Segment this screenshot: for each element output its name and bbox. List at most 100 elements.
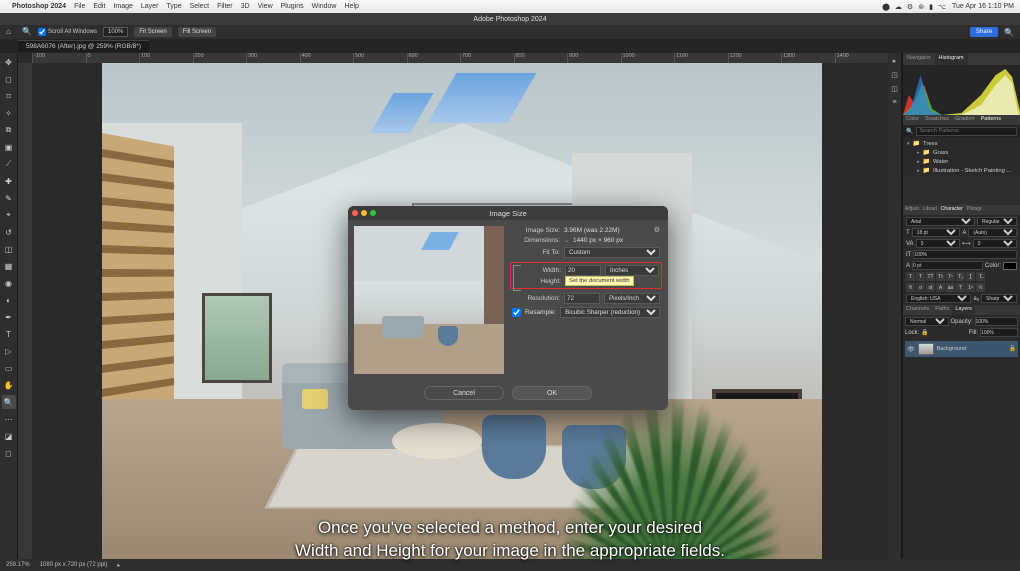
menu-layer[interactable]: Layer [141,3,159,10]
app-name[interactable]: Photoshop 2024 [12,3,66,10]
smallcaps-button[interactable]: Tᴛ [936,272,945,281]
tree-item[interactable]: ▸📁Water [903,157,1020,166]
status-icon[interactable]: ⬤ [882,3,890,11]
fit-screen-button[interactable]: Fit Screen [134,27,171,37]
menu-3d[interactable]: 3D [241,3,250,10]
vscale-input[interactable] [913,250,1017,259]
layer-thumbnail[interactable] [918,343,934,355]
patterns-search-input[interactable] [916,127,1017,136]
search-icon[interactable]: 🔍 [1004,28,1014,37]
crop-tool-icon[interactable]: ⧉ [2,123,16,137]
blend-mode-select[interactable]: Normal [905,317,949,326]
tab-paragraph[interactable]: Paragr [965,205,984,215]
status-icon[interactable]: ⚙ [907,3,913,11]
dodge-tool-icon[interactable]: ◐ [2,293,16,307]
control-center-icon[interactable]: ⌥ [938,3,946,11]
ok-button[interactable]: OK [512,386,592,400]
opacity-input[interactable] [975,317,1019,326]
panel-icon[interactable]: ◳ [891,71,898,79]
menu-filter[interactable]: Filter [217,3,233,10]
gradient-tool-icon[interactable]: ▦ [2,259,16,273]
lock-icon[interactable]: 🔒 [921,329,928,336]
width-unit-select[interactable]: Inches [605,265,659,276]
zoom-level-field[interactable]: 100% [103,27,128,37]
share-button[interactable]: Share [970,27,998,37]
tree-item[interactable]: ▾📁Trees [903,139,1020,148]
fit-to-select[interactable]: Custom [564,247,660,258]
tab-gradients[interactable]: Gradien [952,115,978,125]
tree-item[interactable]: ▸📁Grass [903,148,1020,157]
resolution-input[interactable] [564,293,600,304]
blur-tool-icon[interactable]: ◉ [2,276,16,290]
menu-image[interactable]: Image [113,3,132,10]
menu-view[interactable]: View [258,3,273,10]
text-color-swatch[interactable] [1003,262,1017,270]
home-icon[interactable]: ⌂ [6,27,16,37]
tab-navigator[interactable]: Navigator [903,53,935,65]
heal-tool-icon[interactable]: ✚ [2,174,16,188]
menu-edit[interactable]: Edit [93,3,105,10]
chevron-down-icon[interactable]: ⌄ [564,237,569,244]
move-tool-icon[interactable]: ✥ [2,55,16,69]
tab-character[interactable]: Character [939,205,965,215]
status-zoom[interactable]: 259.17% [6,562,30,568]
tab-channels[interactable]: Channels [903,305,932,315]
close-icon[interactable] [352,210,358,216]
quickmask-icon[interactable]: ◻ [2,446,16,460]
gear-icon[interactable]: ⚙ [654,226,660,234]
stamp-tool-icon[interactable]: ⌖ [2,208,16,222]
menu-type[interactable]: Type [166,3,181,10]
font-size-select[interactable]: 18 pt [912,228,961,237]
shape-tool-icon[interactable]: ▭ [2,361,16,375]
layer-row[interactable]: 👁 Background 🔒 [905,341,1018,357]
font-family-select[interactable]: Arial [906,217,975,226]
zoom-tool-icon[interactable]: 🔍 [22,27,32,37]
language-select[interactable]: English: USA [906,294,971,303]
eraser-tool-icon[interactable]: ◫ [2,242,16,256]
status-doc-info[interactable]: 1080 px x 720 px (72 ppi) [40,562,108,568]
baseline-input[interactable] [912,261,983,270]
document-tab[interactable]: 598A6076 (After).jpg @ 259% (RGB/8*) [18,40,149,52]
brush-tool-icon[interactable]: ✎ [2,191,16,205]
subscript-button[interactable]: T₁ [956,272,965,281]
leading-select[interactable]: (Auto) [968,228,1017,237]
dialog-titlebar[interactable]: Image Size [348,206,668,220]
zoom-tool-icon[interactable]: 🔍 [2,395,16,409]
menu-plugins[interactable]: Plugins [281,3,304,10]
menu-help[interactable]: Help [345,3,359,10]
tab-adjustments[interactable]: Adjust [903,205,921,215]
strike-button[interactable]: T̶ [976,272,985,281]
eyedropper-tool-icon[interactable]: ⟋ [2,157,16,171]
resample-checkbox[interactable] [512,308,521,317]
marquee-tool-icon[interactable]: ◻ [2,72,16,86]
cancel-button[interactable]: Cancel [424,386,504,400]
resample-select[interactable]: Bicubic Sharper (reduction) [560,307,660,318]
tab-histogram[interactable]: Histogram [935,53,968,65]
tab-libraries[interactable]: Librari [921,205,939,215]
type-tool-icon[interactable]: T [2,327,16,341]
scroll-all-checkbox[interactable]: Scroll All Windows [38,28,97,36]
fill-screen-button[interactable]: Fill Screen [178,27,216,37]
tab-layers[interactable]: Layers [952,305,975,315]
path-tool-icon[interactable]: ▷ [2,344,16,358]
underline-button[interactable]: T̲ [966,272,975,281]
antialias-select[interactable]: Sharp [981,294,1017,303]
pen-tool-icon[interactable]: ✒ [2,310,16,324]
lasso-tool-icon[interactable]: ⌑ [2,89,16,103]
canvas-area[interactable]: -100010020030040050060070080090010001100… [18,53,888,559]
italic-button[interactable]: T [916,272,925,281]
fill-input[interactable] [980,328,1018,337]
link-icon[interactable] [513,265,521,291]
maximize-icon[interactable] [370,210,376,216]
width-input[interactable] [565,265,601,276]
minimize-icon[interactable] [361,210,367,216]
tree-item[interactable]: ▸📁Illustration - Sketch Painting ... [903,166,1020,175]
visibility-icon[interactable]: 👁 [907,346,915,353]
menu-window[interactable]: Window [312,3,337,10]
wifi-icon[interactable]: ⊚ [918,3,924,11]
menu-file[interactable]: File [74,3,85,10]
status-icon[interactable]: ☁ [895,3,902,11]
panel-icon[interactable]: ≡ [892,99,896,106]
chevron-right-icon[interactable]: ▸ [117,562,120,569]
superscript-button[interactable]: T¹ [946,272,955,281]
